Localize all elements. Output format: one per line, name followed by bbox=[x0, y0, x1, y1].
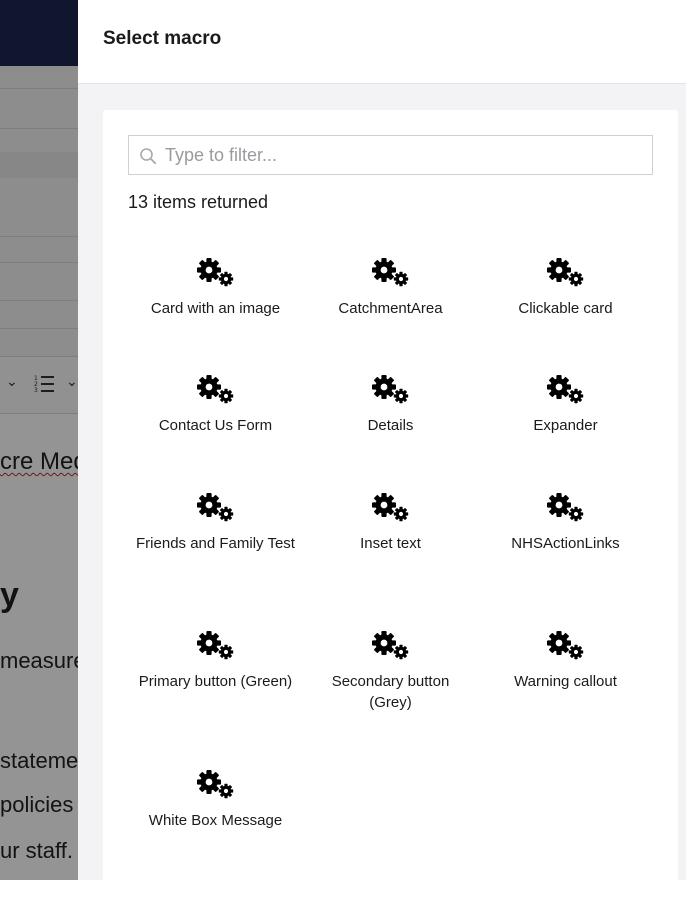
cogs-icon bbox=[196, 373, 236, 407]
cogs-icon bbox=[546, 256, 586, 290]
macro-item[interactable]: CatchmentArea bbox=[303, 250, 478, 319]
macro-item-label: Expander bbox=[533, 417, 598, 434]
cogs-icon bbox=[546, 373, 586, 407]
results-count: 13 items returned bbox=[128, 192, 269, 212]
macro-item[interactable]: Inset text bbox=[303, 485, 478, 554]
cogs-icon bbox=[546, 629, 586, 663]
macro-item-label: White Box Message bbox=[148, 812, 283, 829]
filter-box bbox=[128, 135, 653, 175]
cogs-icon bbox=[196, 491, 236, 525]
macro-item[interactable]: NHSActionLinks bbox=[478, 485, 653, 554]
search-icon bbox=[140, 148, 157, 165]
macro-item[interactable]: Card with an image bbox=[128, 250, 303, 319]
select-macro-dialog: Select macro 13 items returned Card with… bbox=[78, 0, 686, 900]
macro-item[interactable]: White Box Message bbox=[128, 762, 303, 831]
dialog-header: Select macro bbox=[78, 0, 686, 84]
macro-item[interactable]: Contact Us Form bbox=[128, 367, 303, 436]
cogs-icon bbox=[196, 629, 236, 663]
macro-item-label: Details bbox=[367, 417, 414, 434]
macro-item[interactable]: Secondary button (Grey) bbox=[303, 623, 478, 713]
background-editor: ⌄ 1 2 3 ⌄ cre Medi y measure stateme pol… bbox=[0, 0, 78, 880]
macro-item-label: Primary button (Green) bbox=[138, 673, 293, 690]
dialog-body: 13 items returned Card with an image Cat… bbox=[103, 110, 678, 900]
macro-item-label: CatchmentArea bbox=[338, 300, 443, 317]
cogs-icon bbox=[371, 256, 411, 290]
cogs-icon bbox=[371, 491, 411, 525]
cogs-icon bbox=[546, 491, 586, 525]
cogs-icon bbox=[371, 373, 411, 407]
macro-item[interactable]: Details bbox=[303, 367, 478, 436]
macro-item[interactable]: Primary button (Green) bbox=[128, 623, 303, 692]
dialog-title: Select macro bbox=[103, 28, 222, 49]
cogs-icon bbox=[196, 256, 236, 290]
macro-item[interactable]: Clickable card bbox=[478, 250, 653, 319]
macro-item[interactable]: Friends and Family Test bbox=[128, 485, 303, 554]
cogs-icon bbox=[371, 629, 411, 663]
macro-item-label: Secondary button (Grey) bbox=[331, 673, 450, 711]
filter-input[interactable] bbox=[165, 136, 645, 174]
cogs-icon bbox=[196, 768, 236, 802]
macro-item-label: Friends and Family Test bbox=[136, 535, 295, 552]
modal-overlay[interactable] bbox=[0, 0, 78, 880]
macro-item-label: Clickable card bbox=[518, 300, 613, 317]
macro-item-label: Inset text bbox=[360, 535, 421, 552]
macro-item-label: Card with an image bbox=[150, 300, 281, 317]
macro-item-label: NHSActionLinks bbox=[511, 535, 620, 552]
macro-item-label: Contact Us Form bbox=[158, 417, 273, 434]
macro-item[interactable]: Expander bbox=[478, 367, 653, 436]
macro-item[interactable]: Warning callout bbox=[478, 623, 653, 692]
macro-item-label: Warning callout bbox=[514, 673, 617, 690]
